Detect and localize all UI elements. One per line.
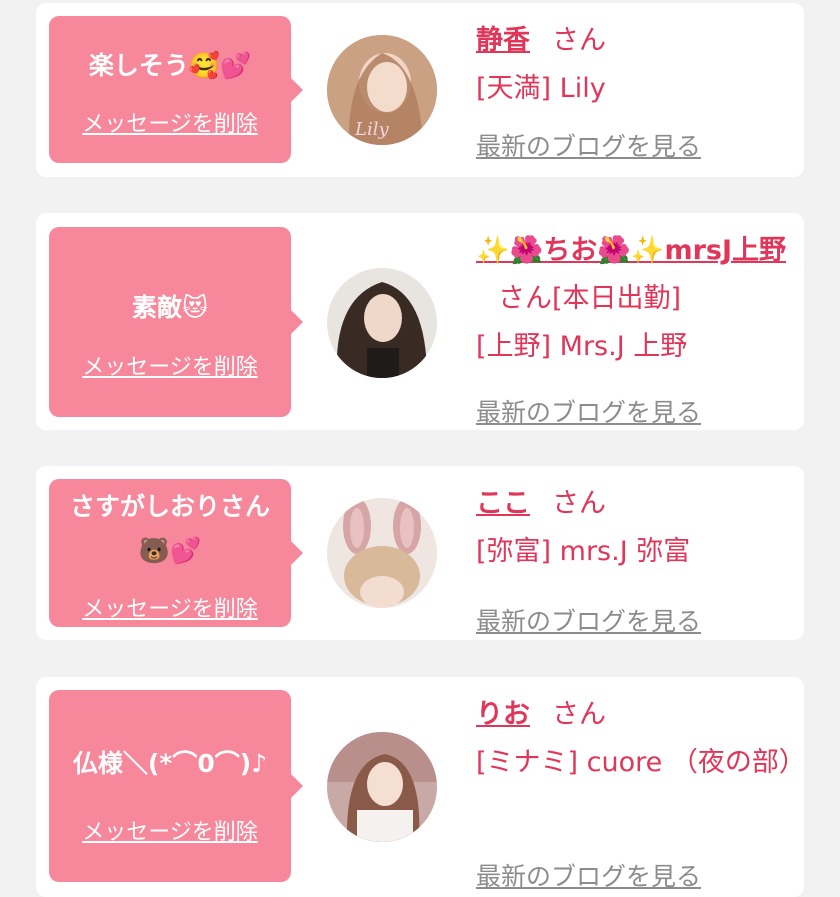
- message-bubble: 楽しそう🥰💕 メッセージを削除: [49, 16, 303, 163]
- svg-text:Lily: Lily: [354, 119, 389, 140]
- message-card: さすがしおりさん🐻💕 メッセージを削除 ここ さん [弥富] mrs.J 弥富 最…: [36, 466, 804, 640]
- delete-message-link[interactable]: メッセージを削除: [49, 814, 291, 846]
- name-line: 静香 さん: [476, 17, 796, 65]
- shop-text: [ミナミ] cuore （夜の部）: [476, 747, 806, 778]
- delete-message-link[interactable]: メッセージを削除: [49, 106, 291, 138]
- profile-name-link[interactable]: 静香: [476, 25, 530, 56]
- message-bubble: 仏様＼(*⌒0⌒)♪ メッセージを削除: [49, 690, 303, 882]
- latest-blog-link[interactable]: 最新のブログを見る: [476, 393, 701, 429]
- latest-blog-link[interactable]: 最新のブログを見る: [476, 857, 701, 893]
- latest-blog-link[interactable]: 最新のブログを見る: [476, 127, 701, 163]
- avatar[interactable]: [327, 732, 437, 842]
- message-bubble: 素敵😻 メッセージを削除: [49, 227, 303, 417]
- honorific-text: さん: [498, 283, 552, 314]
- message-text: 素敵😻: [131, 293, 209, 322]
- shop-text: [上野] Mrs.J 上野: [476, 331, 688, 362]
- honorific-text: さん: [552, 25, 606, 56]
- shop-text: [弥富] mrs.J 弥富: [476, 536, 691, 567]
- message-text: 仏様＼(*⌒0⌒)♪: [72, 749, 268, 778]
- message-text: 楽しそう🥰💕: [88, 51, 252, 80]
- name-line: ここ さん: [476, 480, 796, 528]
- avatar-photo: Lily: [327, 35, 437, 145]
- profile-name-link[interactable]: りお: [476, 699, 530, 730]
- status-text: [本日出勤]: [552, 283, 682, 314]
- profile-info: ここ さん [弥富] mrs.J 弥富 最新のブログを見る: [476, 480, 796, 636]
- message-card: 仏様＼(*⌒0⌒)♪ メッセージを削除 りお さん [ミナミ] cuore （夜の…: [36, 677, 806, 897]
- avatar-photo: [327, 498, 437, 608]
- message-text: さすがしおりさん🐻💕: [69, 492, 270, 565]
- profile-info: 静香 さん [天満] Lily 最新のブログを見る: [476, 17, 796, 161]
- avatar[interactable]: Lily: [327, 35, 437, 145]
- message-card: 楽しそう🥰💕 メッセージを削除 Lily 静香 さん [天満] Lily 最新のブ…: [36, 3, 804, 177]
- honorific-text: さん: [552, 488, 606, 519]
- delete-message-link[interactable]: メッセージを削除: [49, 349, 291, 381]
- profile-name-link[interactable]: ✨🌺ちお🌺✨mrsJ上野: [476, 235, 786, 266]
- honorific-text: さん: [552, 699, 606, 730]
- latest-blog-link[interactable]: 最新のブログを見る: [476, 602, 701, 638]
- avatar[interactable]: [327, 268, 437, 378]
- name-line: りお さん: [476, 691, 796, 739]
- profile-info: りお さん [ミナミ] cuore （夜の部） 最新のブログを見る: [476, 691, 806, 891]
- avatar[interactable]: [327, 498, 437, 608]
- avatar-photo: [327, 268, 437, 378]
- delete-message-link[interactable]: メッセージを削除: [49, 591, 291, 623]
- message-bubble: さすがしおりさん🐻💕 メッセージを削除: [49, 479, 303, 627]
- profile-name-link[interactable]: ここ: [476, 488, 530, 519]
- message-card: 素敵😻 メッセージを削除 ✨🌺ちお🌺✨mrsJ上野さん[本日出勤] [上野] M…: [36, 213, 804, 430]
- name-line: ✨🌺ちお🌺✨mrsJ上野さん[本日出勤]: [476, 227, 796, 323]
- avatar-photo: [327, 732, 437, 842]
- profile-info: ✨🌺ちお🌺✨mrsJ上野さん[本日出勤] [上野] Mrs.J 上野 最新のブロ…: [476, 227, 796, 427]
- shop-text: [天満] Lily: [476, 73, 606, 104]
